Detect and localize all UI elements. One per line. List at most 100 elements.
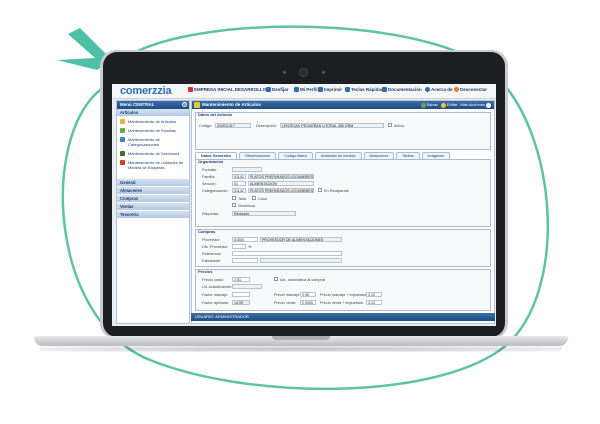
laptop-notch [272, 336, 330, 340]
sidebar-item-familias[interactable]: Mantenimiento de Familias [117, 126, 189, 135]
tab-tarifas[interactable]: Tarifas [396, 152, 420, 159]
sidebar-item-categorizaciones[interactable]: Mantenimiento de Categorizaciones [117, 135, 189, 149]
precio-venta-imp-field[interactable]: 3,10 [366, 300, 382, 305]
precio-costo-field[interactable]: 2,51 [232, 277, 250, 282]
power-icon [454, 87, 459, 92]
organizacion-panel: Organización Formato: Familia: 01142 PLA… [195, 159, 491, 227]
toolbar-about-button[interactable]: Acerca de [425, 87, 453, 92]
sidebar-group-almacenes[interactable]: Almacenes [117, 187, 189, 195]
toolbar-company[interactable]: EMPRESA INICIAL DESARROLLO [188, 87, 266, 92]
compras-panel: Compras Proveedor: 01000 PROVEEDOR DE AL… [195, 229, 491, 267]
toolbar-unpin-button[interactable]: Desfijar [266, 87, 289, 92]
fabricante-label: Fabricante: [202, 259, 221, 263]
family-icon [120, 128, 125, 133]
sidebar: Menú CENTRAL ⚙ Artículos Mantenimiento de… [116, 100, 190, 324]
tab-imagenes[interactable]: Imágenes [421, 152, 451, 159]
ult-actualizacion-field [232, 284, 262, 289]
sidebar-group-compras[interactable]: Compras [117, 195, 189, 203]
tab-bar: Datos Generales Observaciones Código Bar… [195, 152, 451, 159]
organizacion-title: Organización [198, 159, 224, 164]
label-icon [120, 160, 125, 165]
save-button[interactable]: Salvar [420, 101, 438, 109]
genericos-label: Genéricos [238, 204, 256, 208]
formato-label: Formato: [202, 168, 218, 172]
book-icon [382, 87, 387, 92]
referencia-field[interactable] [232, 251, 342, 256]
precio-marcaje-imp-field[interactable]: 3,10 [366, 292, 382, 297]
article-icon [120, 119, 125, 124]
tab-codigo-barra[interactable]: Código Barra [278, 152, 313, 159]
familia-code-field[interactable]: 01142 [232, 174, 246, 179]
codigo-field[interactable]: 010011017 [215, 123, 251, 128]
categorizacion-code-field[interactable]: 01142 [232, 188, 246, 193]
talla-label: Talla [238, 197, 246, 201]
tab-almacenes[interactable]: Almacenes [363, 152, 395, 159]
sidebar-group-tesoreria[interactable]: Tesorería [117, 211, 189, 219]
datos-articulo-title: Datos del Artículo [198, 112, 233, 117]
factor-aplicado-field: 14,99 [232, 300, 250, 305]
referencia-label: Referencia: [202, 252, 222, 256]
factor-marcaje-field[interactable] [232, 292, 250, 297]
more-actions-button[interactable]: Más Acciones [460, 101, 491, 109]
edit-icon [440, 102, 446, 108]
talla-checkbox[interactable] [232, 196, 236, 200]
sidebar-group-general[interactable]: General [117, 179, 189, 187]
settings-icon[interactable]: ⚙ [182, 102, 187, 107]
factor-marcaje-label: Factor marcaje: [202, 293, 229, 297]
info-icon [425, 87, 430, 92]
activo-checkbox[interactable] [388, 123, 392, 127]
etiquetas-field[interactable]: Reducido [232, 211, 296, 216]
app-logo: comerzzia [120, 85, 172, 97]
toolbar-logout-button[interactable]: Desconectar [454, 87, 487, 92]
toolbar-docs-button[interactable]: Documentación [382, 87, 422, 92]
descripcion-field[interactable]: LENTEJAS PEQUEÑAS LITORAL 380 GRM [280, 123, 384, 128]
sidebar-group-ventas[interactable]: Ventas [117, 203, 189, 211]
chevron-down-icon [486, 102, 491, 108]
seccion-code-field[interactable]: 01 [232, 181, 246, 186]
main-panel: Mantenimiento de Artículos Salvar Editar… [191, 100, 495, 324]
proveedor-code-field[interactable]: 01000 [232, 237, 258, 242]
sidebar-title: Menú CENTRAL ⚙ [117, 101, 189, 109]
familia-label: Familia: [202, 175, 216, 179]
act-automatica-checkbox[interactable] [274, 277, 278, 281]
sidebar-groups: General Almacenes Compras Ventas Tesorer… [117, 179, 189, 219]
compras-title: Compras [198, 229, 216, 234]
dto-proveedor-label: Dto. Proveedor: [202, 245, 229, 249]
formato-field[interactable] [232, 167, 262, 172]
toolbar-profile-button[interactable]: Mi Perfil [294, 87, 318, 92]
save-icon [420, 102, 426, 108]
tab-unidades-medida[interactable]: Unidades de medida [314, 152, 362, 159]
sidebar-item-secciones[interactable]: Mantenimiento de Secciones [117, 149, 189, 158]
tab-observaciones[interactable]: Observaciones [238, 152, 277, 159]
precio-marcaje-imp-label: Precio marcaje + impuestos: [320, 293, 369, 297]
precios-panel: Precios Precio costo: 2,51 Act. automáti… [195, 269, 491, 311]
familia-name-field: PLATOS PREPARADOS LEGUMBRES [248, 174, 314, 179]
precios-title: Precios [198, 269, 213, 274]
app-topbar: comerzzia EMPRESA INICIAL DESARROLLO Des… [112, 84, 496, 99]
toolbar-print-button[interactable]: Imprimir [318, 87, 342, 92]
color-checkbox[interactable] [252, 196, 256, 200]
activo-label: Activo [394, 124, 405, 128]
dto-proveedor-field[interactable] [232, 244, 246, 249]
category-icon [120, 137, 125, 142]
escaparate-checkbox[interactable] [318, 188, 322, 192]
sidebar-section-articulos[interactable]: Artículos [117, 109, 189, 117]
sidebar-item-unidades[interactable]: Mantenimiento de Unidades de Medida de E… [117, 158, 189, 172]
printer-icon [318, 87, 323, 92]
fabricante-code-field[interactable] [232, 258, 258, 263]
genericos-checkbox[interactable] [232, 203, 236, 207]
proveedor-name-field: PROVEEDOR DE ALIMENTACIONES [260, 237, 342, 242]
descripcion-label: Descripción: [256, 124, 277, 128]
precio-marcaje-field[interactable]: 2,95 [300, 292, 316, 297]
codigo-label: Código: [199, 124, 213, 128]
toolbar-shortcuts-button[interactable]: Teclas Rápidas [345, 87, 383, 92]
status-bar: USUARIO: ADMINISTRADOR [191, 313, 495, 321]
sidebar-item-articulos[interactable]: Mantenimiento de Artículos [117, 117, 189, 126]
user-icon [294, 87, 299, 92]
sensor-dot [322, 71, 325, 74]
tab-datos-generales[interactable]: Datos Generales [195, 152, 237, 159]
fabricante-name-field [260, 258, 342, 263]
edit-button[interactable]: Editar [440, 101, 457, 109]
pin-icon [266, 87, 271, 92]
precio-venta-field[interactable]: 2,9490 [300, 300, 316, 305]
